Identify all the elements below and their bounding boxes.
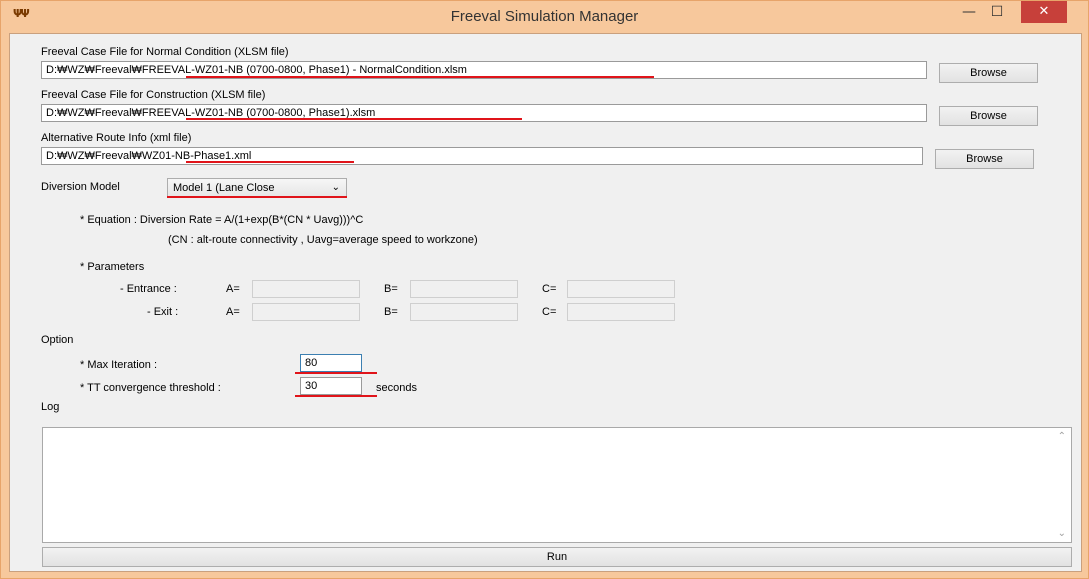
normal-case-highlight	[186, 76, 654, 78]
form-client-area: Freeval Case File for Normal Condition (…	[9, 33, 1082, 572]
log-textarea[interactable]: ⌃ ⌄	[42, 427, 1072, 543]
exit-c-label: C=	[542, 306, 557, 318]
main-window: ΨΨ Freeval Simulation Manager — ☐ ✕ Free…	[0, 0, 1089, 579]
normal-case-label: Freeval Case File for Normal Condition (…	[41, 46, 289, 58]
alt-route-path-field[interactable]: D:₩WZ₩Freeval₩WZ01-NB-Phase1.xml	[41, 147, 923, 165]
exit-c-field[interactable]	[567, 303, 675, 321]
entrance-c-field[interactable]	[567, 280, 675, 298]
construction-case-highlight	[186, 118, 522, 120]
exit-label: - Exit :	[147, 306, 179, 318]
exit-a-label: A=	[226, 306, 240, 318]
parameters-header: * Parameters	[80, 261, 145, 273]
entrance-a-label: A=	[226, 283, 240, 295]
diversion-model-select[interactable]: Model 1 (Lane Close ⌄	[167, 178, 347, 198]
max-iteration-highlight	[295, 372, 377, 374]
maximize-button[interactable]: ☐	[984, 1, 1010, 23]
entrance-b-label: B=	[384, 283, 398, 295]
diversion-model-label: Diversion Model	[41, 181, 120, 193]
window-title: Freeval Simulation Manager	[450, 8, 639, 25]
entrance-b-field[interactable]	[410, 280, 518, 298]
alt-route-browse-button[interactable]: Browse	[935, 149, 1034, 169]
equation-note: (CN : alt-route connectivity , Uavg=aver…	[168, 234, 478, 246]
chevron-down-icon: ⌄	[331, 182, 340, 193]
minimize-button[interactable]: —	[956, 1, 982, 23]
diversion-model-value: Model 1 (Lane Close	[173, 182, 275, 194]
alt-route-label: Alternative Route Info (xml file)	[41, 132, 192, 144]
log-label: Log	[41, 401, 60, 413]
close-button[interactable]: ✕	[1021, 1, 1067, 23]
entrance-c-label: C=	[542, 283, 557, 295]
max-iteration-field[interactable]: 80	[300, 354, 362, 372]
max-iteration-label: * Max Iteration :	[80, 359, 158, 371]
entrance-a-field[interactable]	[252, 280, 360, 298]
option-header: Option	[41, 334, 74, 346]
exit-b-field[interactable]	[410, 303, 518, 321]
normal-case-browse-button[interactable]: Browse	[939, 63, 1038, 83]
diversion-model-highlight	[167, 196, 347, 198]
tt-threshold-highlight	[295, 395, 377, 397]
alt-route-highlight	[186, 161, 354, 163]
exit-a-field[interactable]	[252, 303, 360, 321]
run-button[interactable]: Run	[42, 547, 1072, 567]
title-bar[interactable]: ΨΨ Freeval Simulation Manager — ☐ ✕	[1, 1, 1088, 33]
tt-threshold-field[interactable]: 30	[300, 377, 362, 395]
construction-case-label: Freeval Case File for Construction (XLSM…	[41, 89, 266, 101]
tt-threshold-label: * TT convergence threshold :	[80, 382, 221, 394]
scroll-up-icon[interactable]: ⌃	[1058, 431, 1066, 442]
scroll-down-icon[interactable]: ⌄	[1058, 528, 1066, 539]
equation-text: * Equation : Diversion Rate = A/(1+exp(B…	[80, 214, 364, 226]
construction-case-browse-button[interactable]: Browse	[939, 106, 1038, 126]
entrance-label: - Entrance :	[120, 283, 177, 295]
tt-threshold-unit: seconds	[376, 382, 417, 394]
exit-b-label: B=	[384, 306, 398, 318]
